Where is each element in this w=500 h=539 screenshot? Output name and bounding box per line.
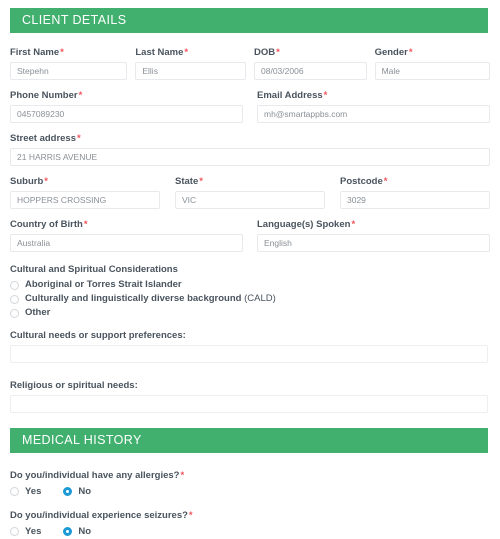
radio-circle-icon[interactable] bbox=[10, 487, 19, 496]
question-allergies: Do you/individual have any allergies?* bbox=[10, 470, 185, 481]
required-marker: * bbox=[199, 176, 203, 187]
required-marker: * bbox=[408, 47, 413, 58]
required-marker: * bbox=[383, 176, 388, 187]
required-marker: * bbox=[60, 47, 64, 58]
radio-label-allergies-no: No bbox=[78, 485, 92, 497]
label-street-address: Street address* bbox=[10, 133, 81, 144]
label-suburb: Suburb* bbox=[10, 176, 48, 187]
radio-circle-selected-icon[interactable] bbox=[63, 527, 73, 536]
radio-option-seizures-yes[interactable]: Yes bbox=[10, 525, 41, 539]
field-gender: Gender* bbox=[374, 47, 490, 80]
radio-option-seizures-no[interactable]: No bbox=[63, 525, 91, 539]
input-gender[interactable] bbox=[374, 62, 490, 80]
input-first-name[interactable] bbox=[10, 62, 128, 80]
input-last-name[interactable] bbox=[135, 62, 246, 80]
radio-option-allergies-yes[interactable]: Yes bbox=[10, 485, 41, 499]
input-suburb[interactable] bbox=[10, 191, 160, 209]
field-country-of-birth: Country of Birth* bbox=[10, 219, 243, 252]
input-languages-spoken[interactable] bbox=[257, 234, 490, 252]
heading-cultural-considerations: Cultural and Spiritual Considerations bbox=[10, 264, 178, 275]
label-postcode: Postcode* bbox=[340, 176, 388, 187]
label-email: Email Address* bbox=[257, 90, 328, 101]
radio-circle-icon[interactable] bbox=[10, 294, 19, 304]
field-last-name: Last Name* bbox=[135, 47, 246, 80]
radio-option-other[interactable]: Other bbox=[10, 306, 490, 320]
required-marker: * bbox=[188, 510, 193, 521]
form-row-origin: Country of Birth* Language(s) Spoken* bbox=[0, 219, 500, 252]
input-email[interactable] bbox=[257, 105, 490, 123]
radio-group-allergies: Yes No bbox=[0, 484, 500, 499]
input-cultural-needs[interactable] bbox=[10, 345, 488, 363]
client-intake-form: CLIENT DETAILS First Name* Last Name* DO… bbox=[0, 0, 500, 537]
required-marker: * bbox=[44, 176, 48, 187]
input-religious-needs[interactable] bbox=[10, 395, 488, 413]
input-street-address[interactable] bbox=[10, 148, 490, 166]
radio-circle-icon[interactable] bbox=[10, 527, 19, 536]
radio-label-aboriginal: Aboriginal or Torres Strait Islander bbox=[25, 279, 182, 290]
required-marker: * bbox=[180, 470, 185, 481]
label-cultural-needs: Cultural needs or support preferences: bbox=[10, 330, 186, 341]
section-header-client-details: CLIENT DETAILS bbox=[10, 8, 488, 33]
input-postcode[interactable] bbox=[340, 191, 490, 209]
radio-label-cald: Culturally and linguistically diverse ba… bbox=[25, 293, 276, 304]
required-marker: * bbox=[276, 47, 280, 58]
label-country-of-birth: Country of Birth* bbox=[10, 219, 88, 230]
field-email: Email Address* bbox=[257, 90, 490, 123]
required-marker: * bbox=[351, 219, 356, 230]
label-phone: Phone Number* bbox=[10, 90, 83, 101]
field-first-name: First Name* bbox=[10, 47, 128, 80]
radio-circle-selected-icon[interactable] bbox=[63, 487, 73, 496]
required-marker: * bbox=[83, 219, 88, 230]
radio-label-seizures-no: No bbox=[78, 525, 92, 537]
form-row-street: Street address* bbox=[0, 133, 500, 166]
radio-option-aboriginal[interactable]: Aboriginal or Torres Strait Islander bbox=[10, 278, 490, 292]
label-state: State* bbox=[175, 176, 203, 187]
label-last-name: Last Name* bbox=[135, 47, 189, 58]
label-dob: DOB* bbox=[254, 47, 280, 58]
input-phone[interactable] bbox=[10, 105, 243, 123]
required-marker: * bbox=[184, 47, 189, 58]
label-gender: Gender* bbox=[374, 47, 413, 58]
field-state: State* bbox=[175, 176, 325, 209]
question-seizures: Do you/individual experience seizures?* bbox=[10, 510, 193, 521]
field-dob: DOB* bbox=[254, 47, 367, 80]
radio-option-allergies-no[interactable]: No bbox=[63, 485, 91, 499]
radio-label-other: Other bbox=[25, 307, 51, 318]
form-row-name: First Name* Last Name* DOB* Gender* bbox=[0, 47, 500, 80]
input-country-of-birth[interactable] bbox=[10, 234, 243, 252]
field-postcode: Postcode* bbox=[340, 176, 490, 209]
radio-circle-icon[interactable] bbox=[10, 280, 19, 290]
field-street-address: Street address* bbox=[10, 133, 490, 166]
field-languages-spoken: Language(s) Spoken* bbox=[257, 219, 490, 252]
radio-group-cultural: Aboriginal or Torres Strait Islander Cul… bbox=[0, 278, 500, 320]
required-marker: * bbox=[77, 133, 81, 144]
radio-label-seizures-yes: Yes bbox=[25, 525, 42, 537]
required-marker: * bbox=[78, 90, 83, 101]
field-phone: Phone Number* bbox=[10, 90, 243, 123]
label-first-name: First Name* bbox=[10, 47, 64, 58]
input-dob[interactable] bbox=[254, 62, 367, 80]
form-row-address: Suburb* State* Postcode* bbox=[0, 176, 500, 209]
label-languages-spoken: Language(s) Spoken* bbox=[257, 219, 356, 230]
radio-label-allergies-yes: Yes bbox=[25, 485, 42, 497]
radio-option-cald[interactable]: Culturally and linguistically diverse ba… bbox=[10, 292, 490, 306]
radio-circle-icon[interactable] bbox=[10, 308, 19, 318]
required-marker: * bbox=[323, 90, 328, 101]
radio-group-seizures: Yes No bbox=[0, 524, 500, 539]
form-row-contact: Phone Number* Email Address* bbox=[0, 90, 500, 123]
field-suburb: Suburb* bbox=[10, 176, 160, 209]
section-header-medical-history: MEDICAL HISTORY bbox=[10, 428, 488, 453]
label-religious-needs: Religious or spiritual needs: bbox=[10, 380, 138, 391]
input-state[interactable] bbox=[175, 191, 325, 209]
